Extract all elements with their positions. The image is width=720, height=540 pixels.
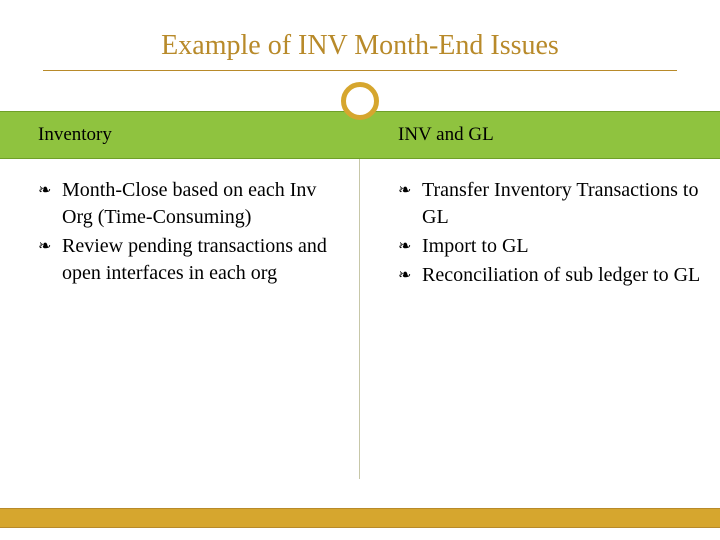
slide-title: Example of INV Month-End Issues	[0, 30, 720, 62]
bullet-icon: ❧	[398, 180, 411, 202]
bottom-accent-band	[0, 508, 720, 528]
list-item: ❧ Transfer Inventory Transactions to GL	[398, 177, 702, 231]
title-rule	[43, 70, 677, 71]
bullet-icon: ❧	[38, 180, 51, 202]
circle-ornament-icon	[341, 82, 379, 120]
list-item-text: Review pending transactions and open int…	[62, 235, 327, 284]
slide: Example of INV Month-End Issues Inventor…	[0, 0, 720, 540]
list-item-text: Reconciliation of sub ledger to GL	[422, 264, 700, 286]
column-header-inventory: Inventory	[0, 112, 360, 158]
list-item-text: Month-Close based on each Inv Org (Time-…	[62, 179, 316, 228]
list-item: ❧ Import to GL	[398, 233, 702, 260]
list-item-text: Import to GL	[422, 235, 529, 257]
bullet-icon: ❧	[38, 236, 51, 258]
bullet-icon: ❧	[398, 236, 411, 258]
list-item: ❧ Month-Close based on each Inv Org (Tim…	[38, 177, 341, 231]
column-header-inv-gl: INV and GL	[360, 112, 720, 158]
content-area: ❧ Month-Close based on each Inv Org (Tim…	[0, 159, 720, 479]
title-area: Example of INV Month-End Issues	[0, 0, 720, 83]
column-inventory: ❧ Month-Close based on each Inv Org (Tim…	[0, 159, 360, 479]
list-item-text: Transfer Inventory Transactions to GL	[422, 179, 698, 228]
list-item: ❧ Reconciliation of sub ledger to GL	[398, 262, 702, 289]
column-inv-gl: ❧ Transfer Inventory Transactions to GL …	[360, 159, 720, 479]
bullet-icon: ❧	[398, 265, 411, 287]
list-item: ❧ Review pending transactions and open i…	[38, 233, 341, 287]
